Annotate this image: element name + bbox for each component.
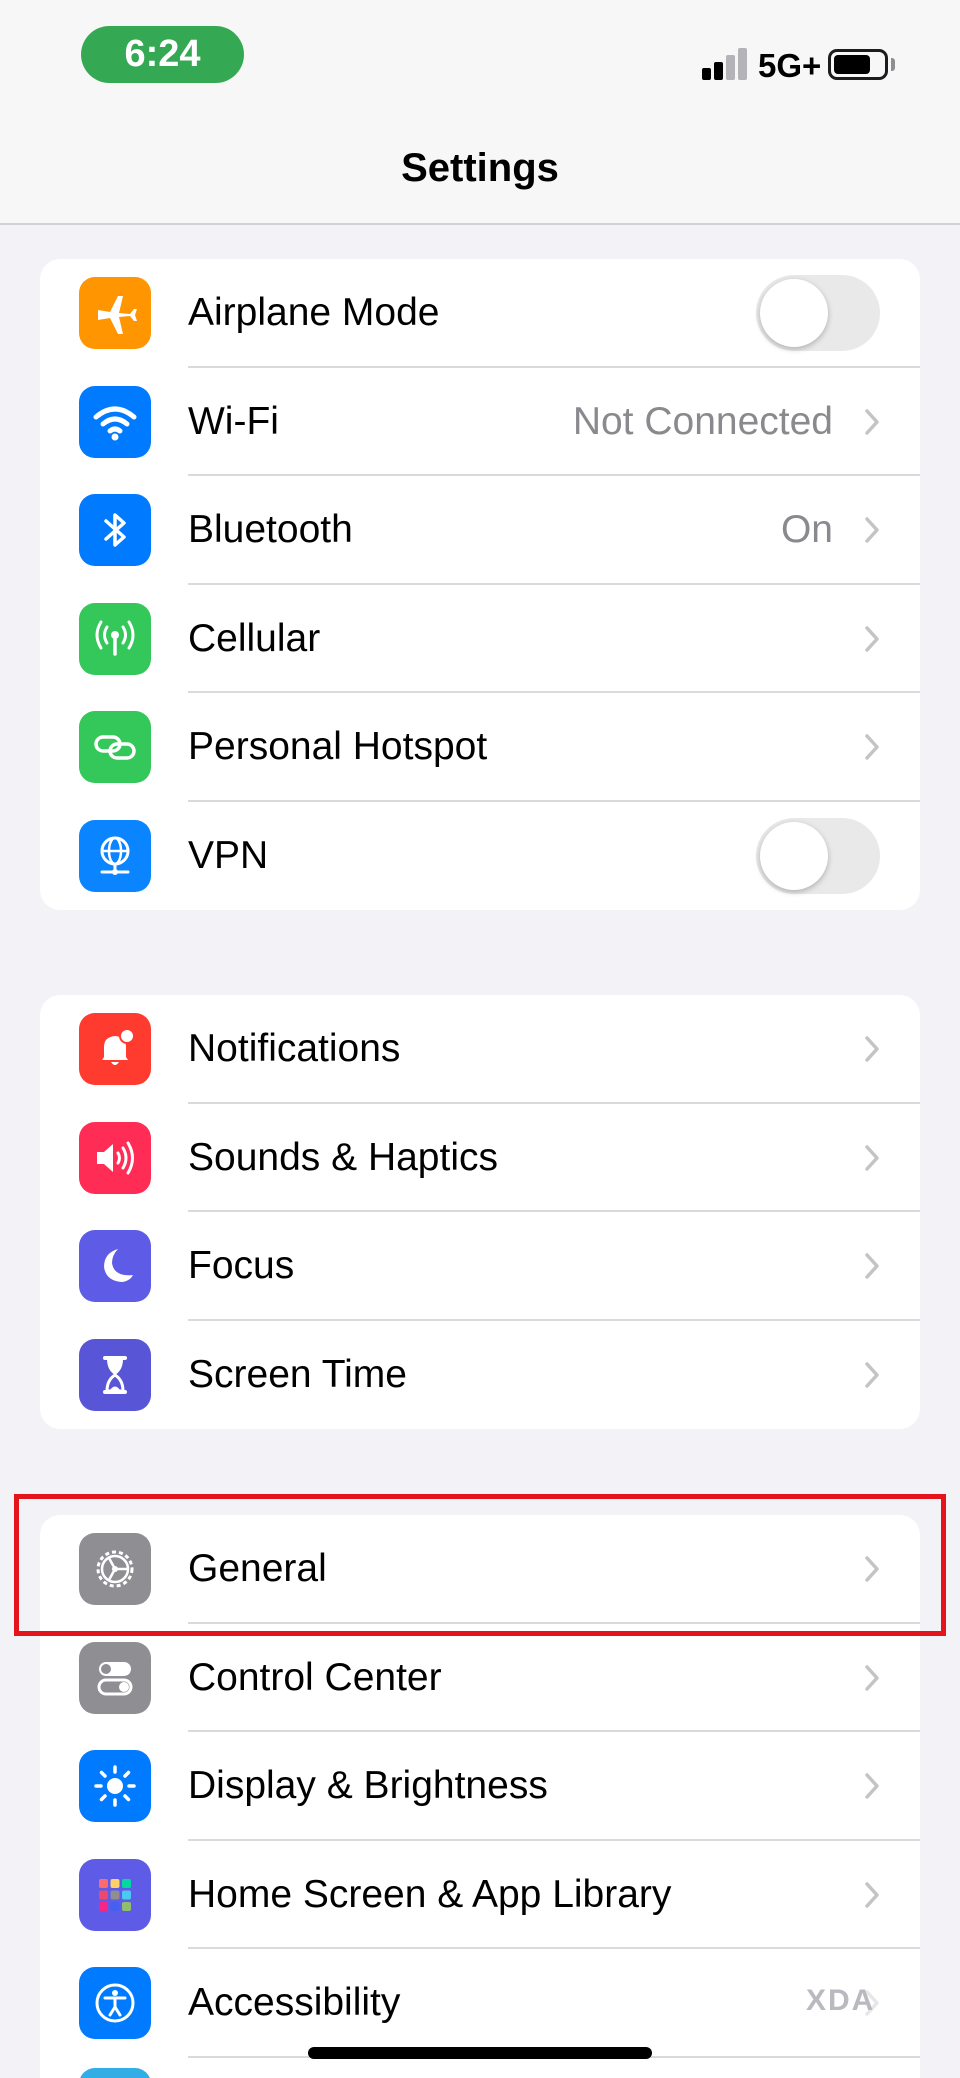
chevron-right-icon: [865, 1036, 879, 1062]
settings-row-general[interactable]: General: [40, 1515, 920, 1624]
airplane-icon: [79, 277, 151, 350]
chevron-right-icon: [865, 517, 879, 543]
bluetooth-icon: [79, 494, 151, 567]
row-label: Display & Brightness: [188, 1764, 548, 1808]
switches-icon: [79, 1641, 151, 1714]
settings-row-notifications[interactable]: Notifications: [40, 995, 920, 1104]
row-label: Personal Hotspot: [188, 725, 488, 769]
airplane-mode-toggle[interactable]: [756, 275, 880, 352]
sun-icon: [79, 1750, 151, 1823]
chevron-right-icon: [865, 409, 879, 435]
chevron-right-icon: [865, 1362, 879, 1388]
general-group: General Control Center Display & Brightn…: [40, 1515, 920, 2078]
row-label: General: [188, 1547, 327, 1591]
connectivity-group: Airplane Mode Wi-Fi Not Connected Blueto…: [40, 259, 920, 910]
globe-network-icon: [79, 819, 151, 892]
chevron-right-icon: [865, 1253, 879, 1279]
chevron-right-icon: [865, 1145, 879, 1171]
row-label: Notifications: [188, 1027, 401, 1071]
row-label: Control Center: [188, 1655, 442, 1699]
row-label: Home Screen & App Library: [188, 1872, 672, 1916]
chevron-right-icon: [865, 734, 879, 760]
row-label: Accessibility: [188, 1981, 401, 2025]
settings-row-sounds-haptics[interactable]: Sounds & Haptics: [40, 1104, 920, 1212]
settings-row-home-screen[interactable]: Home Screen & App Library: [40, 1841, 920, 1949]
settings-row-personal-hotspot[interactable]: Personal Hotspot: [40, 693, 920, 802]
antenna-icon: [79, 602, 151, 675]
partial-row-icon: [79, 2067, 151, 2078]
chevron-right-icon: [865, 1665, 879, 1691]
gear-icon: [79, 1533, 151, 1606]
settings-row-partial: [40, 2058, 920, 2078]
settings-row-focus[interactable]: Focus: [40, 1212, 920, 1321]
moon-icon: [79, 1230, 151, 1303]
row-label: Sounds & Haptics: [188, 1135, 499, 1179]
row-label: Bluetooth: [188, 508, 353, 552]
settings-row-cellular[interactable]: Cellular: [40, 585, 920, 693]
status-bar: 6:24 5G+: [0, 0, 960, 110]
chevron-right-icon: [865, 1882, 879, 1908]
row-label: Screen Time: [188, 1352, 407, 1396]
row-label: Cellular: [188, 616, 321, 660]
row-value: Not Connected: [572, 399, 833, 443]
row-label: VPN: [188, 833, 269, 877]
vpn-toggle[interactable]: [756, 817, 880, 894]
cellular-signal-icon: [702, 48, 750, 80]
watermark-logo: XDA: [806, 1984, 876, 2017]
settings-row-wifi[interactable]: Wi-Fi Not Connected: [40, 368, 920, 476]
settings-row-bluetooth[interactable]: Bluetooth On: [40, 476, 920, 585]
speaker-icon: [79, 1121, 151, 1194]
wifi-icon: [79, 385, 151, 458]
row-label: Airplane Mode: [188, 291, 440, 335]
page-title: Settings: [401, 146, 559, 190]
chevron-right-icon: [865, 1556, 879, 1582]
row-label: Wi-Fi: [188, 399, 279, 443]
row-value: On: [780, 508, 833, 552]
settings-row-accessibility[interactable]: Accessibility: [40, 1949, 920, 2058]
battery-icon: [828, 49, 888, 80]
chevron-right-icon: [865, 1773, 879, 1799]
link-icon: [79, 711, 151, 784]
app-grid-icon: [79, 1858, 151, 1931]
home-indicator[interactable]: [308, 2047, 652, 2059]
settings-row-screen-time[interactable]: Screen Time: [40, 1321, 920, 1430]
settings-row-airplane-mode[interactable]: Airplane Mode: [40, 259, 920, 368]
row-label: Focus: [188, 1244, 295, 1288]
settings-row-control-center[interactable]: Control Center: [40, 1624, 920, 1732]
battery-tip: [891, 58, 895, 71]
hourglass-icon: [79, 1338, 151, 1411]
accessibility-icon: [79, 1967, 151, 2040]
settings-row-vpn[interactable]: VPN: [40, 802, 920, 911]
network-type: 5G+: [758, 47, 822, 84]
notifications-group: Notifications Sounds & Haptics Focus Scr…: [40, 995, 920, 1429]
settings-row-display-brightness[interactable]: Display & Brightness: [40, 1732, 920, 1841]
navigation-bar: Settings: [0, 110, 960, 225]
chevron-right-icon: [865, 626, 879, 652]
bell-icon: [79, 1013, 151, 1086]
status-time[interactable]: 6:24: [81, 26, 244, 83]
